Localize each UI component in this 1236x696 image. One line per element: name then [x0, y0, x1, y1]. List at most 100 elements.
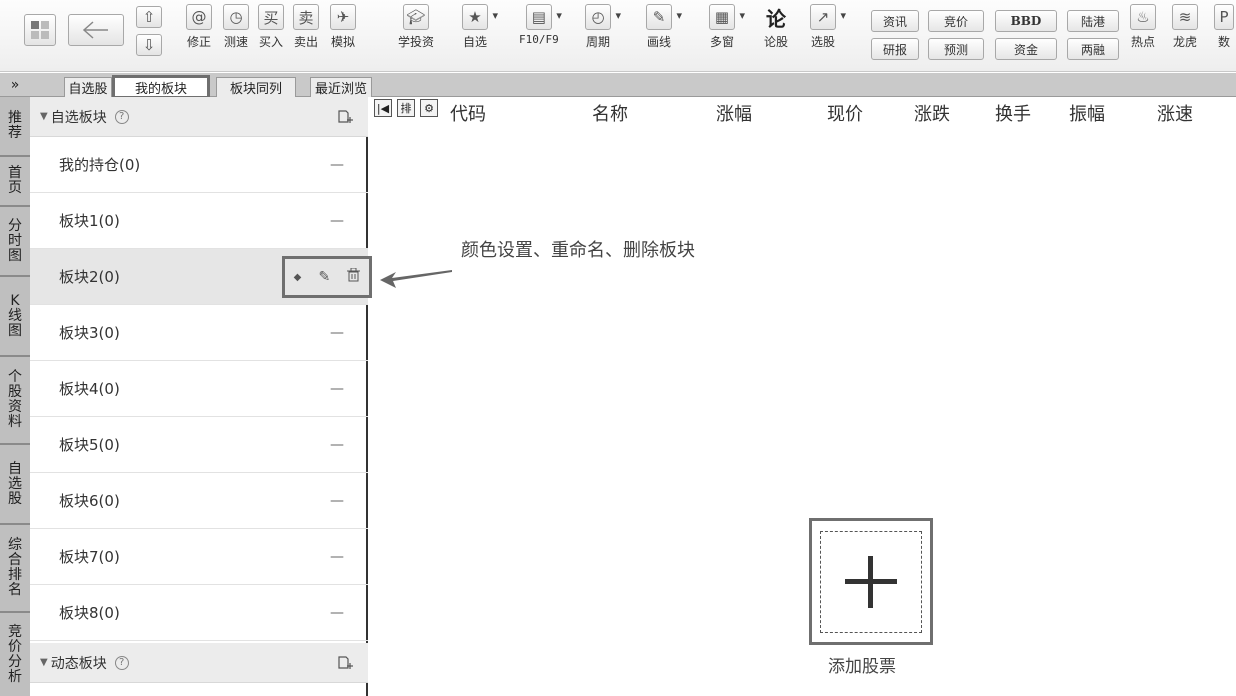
vnav-home[interactable]: 首页 — [0, 157, 30, 207]
vnav-char: 价 — [8, 638, 22, 655]
delete-icon[interactable] — [347, 267, 361, 286]
multiwindow-button[interactable]: ▦ 多窗 — [709, 4, 745, 50]
sector-row-5[interactable]: 板块5(0) — — [30, 417, 368, 473]
vnav-char: 分 — [8, 217, 22, 234]
vnav-kline[interactable]: K线图 — [0, 277, 30, 357]
draw-line-button[interactable]: ✎ 画线 — [646, 4, 682, 50]
back-button[interactable] — [68, 14, 124, 46]
sell-button[interactable]: 卖 卖出 — [293, 4, 319, 50]
hk-connect-button[interactable]: 陆港 — [1067, 10, 1119, 32]
collapse-icon[interactable]: — — [330, 381, 344, 397]
layout-button[interactable] — [24, 14, 56, 46]
col-name[interactable]: 名称 — [592, 100, 628, 126]
auction-button[interactable]: 竞价 — [928, 10, 984, 32]
collapse-icon[interactable]: — — [330, 213, 344, 229]
sector-row-6[interactable]: 板块6(0) — — [30, 473, 368, 529]
tab-sector-list[interactable]: 板块同列 — [216, 77, 296, 97]
sector-row-8[interactable]: 板块8(0) — — [30, 585, 368, 641]
f10-button[interactable]: ▤ F10/F9 — [519, 4, 562, 46]
stock-select-button[interactable]: ↗ 选股 — [810, 4, 846, 50]
vnav-timeshare[interactable]: 分时图 — [0, 207, 30, 277]
buy-icon: 买 — [258, 4, 284, 30]
research-button[interactable]: 研报 — [871, 38, 919, 60]
learn-invest-button[interactable]: 🎓︎ 学投资 — [398, 4, 434, 50]
help-icon[interactable]: ? — [114, 109, 129, 124]
news-button[interactable]: 资讯 — [871, 10, 919, 32]
col-speed[interactable]: 涨速 — [1157, 100, 1193, 126]
add-folder-icon[interactable] — [337, 108, 354, 125]
sector-row-7[interactable]: 板块7(0) — — [30, 529, 368, 585]
toolbar: ⇧ ⇩ @ 修正 ◷ 测速 买 买入 卖 卖出 ✈ 模拟 🎓︎ 学投资 ★ ▾ … — [0, 0, 1236, 72]
data-button[interactable]: P 数 — [1214, 4, 1234, 50]
add-folder-icon[interactable] — [337, 654, 354, 671]
col-amplitude[interactable]: 振幅 — [1069, 100, 1105, 126]
col-turnover[interactable]: 换手 — [995, 100, 1031, 126]
dragon-tiger-button[interactable]: ≋ 龙虎 — [1172, 4, 1198, 50]
expand-icon[interactable]: » — [0, 73, 30, 97]
add-stock-label: 添加股票 — [828, 657, 896, 677]
discuss-button[interactable]: 论 论股 — [763, 4, 789, 50]
col-code[interactable]: 代码 — [450, 100, 486, 126]
sector-row-1[interactable]: 板块1(0) — — [30, 193, 368, 249]
first-col-icon[interactable]: |◀ — [374, 99, 392, 117]
col-change[interactable]: 涨跌 — [914, 100, 950, 126]
collapse-icon[interactable]: — — [330, 493, 344, 509]
vnav-char: 综 — [8, 537, 22, 553]
vnav-char: 图 — [8, 247, 22, 264]
vnav-auction[interactable]: 竞价分析 — [0, 613, 30, 696]
discuss-icon: 论 — [766, 6, 786, 31]
up-button[interactable]: ⇧ — [136, 6, 162, 28]
collapse-icon[interactable]: — — [330, 605, 344, 621]
sector-name: 板块4(0) — [59, 380, 120, 398]
col-price[interactable]: 现价 — [827, 100, 863, 126]
forecast-button[interactable]: 预测 — [928, 38, 984, 60]
bbd-button[interactable]: BBD — [995, 10, 1057, 32]
vnav-recommend[interactable]: 推荐 — [0, 97, 30, 157]
vnav-stock-info[interactable]: 个股资料 — [0, 357, 30, 445]
watchlist-button[interactable]: ★ 自选 — [462, 4, 498, 50]
collapse-icon[interactable]: — — [330, 549, 344, 565]
group-header-dynamic[interactable]: ▼ 动态板块 ? — [30, 643, 368, 683]
sort-icon[interactable]: 排 — [397, 99, 415, 117]
vnav-watchlist[interactable]: 自选股 — [0, 445, 30, 525]
vnav-char: 合 — [8, 552, 22, 568]
vnav-char: 股 — [8, 490, 22, 507]
tab-recent[interactable]: 最近浏览 — [310, 77, 372, 97]
annotation-text: 颜色设置、重命名、删除板块 — [461, 240, 695, 261]
collapse-icon[interactable]: — — [330, 437, 344, 453]
add-stock-button[interactable] — [809, 518, 933, 645]
buy-button[interactable]: 买 买入 — [258, 4, 284, 50]
sector-row-4[interactable]: 板块4(0) — — [30, 361, 368, 417]
clock-icon: ◷ — [223, 4, 249, 30]
collapse-icon[interactable]: — — [330, 157, 344, 173]
rename-icon[interactable]: ✎ — [318, 269, 330, 285]
tab-my-sectors[interactable]: 我的板块 — [112, 75, 210, 99]
vnav-char: 选 — [8, 475, 22, 492]
sector-row-3[interactable]: 板块3(0) — — [30, 305, 368, 361]
color-setting-icon[interactable]: ◆ — [294, 272, 302, 283]
down-button[interactable]: ⇩ — [136, 34, 162, 56]
funds-button[interactable]: 资金 — [995, 38, 1057, 60]
speedtest-button[interactable]: ◷ 测速 — [223, 4, 249, 50]
fix-button[interactable]: @ 修正 — [186, 4, 212, 50]
group-header-custom[interactable]: ▼ 自选板块 ? — [30, 97, 368, 137]
margin-button[interactable]: 两融 — [1067, 38, 1119, 60]
sector-row-holdings[interactable]: 我的持仓(0) — — [30, 137, 368, 193]
tab-bar: » 自选股 我的板块 板块同列 最近浏览 — [0, 73, 1236, 99]
hot-label: 热点 — [1130, 35, 1155, 49]
fix-label: 修正 — [186, 35, 211, 49]
col-change-pct[interactable]: 涨幅 — [716, 100, 752, 126]
grad-cap-icon: 🎓︎ — [403, 4, 429, 30]
help-icon[interactable]: ? — [114, 655, 129, 670]
settings-icon[interactable]: ⚙ — [420, 99, 438, 117]
vnav-ranking[interactable]: 综合排名 — [0, 525, 30, 613]
sector-row-2[interactable]: 板块2(0) ◆ ✎ — [30, 249, 372, 305]
tab-watchlist[interactable]: 自选股 — [64, 77, 112, 97]
simulate-button[interactable]: ✈ 模拟 — [330, 4, 356, 50]
vnav-char: 图 — [8, 322, 22, 339]
collapse-icon[interactable]: — — [330, 325, 344, 341]
app-window: ⇧ ⇩ @ 修正 ◷ 测速 买 买入 卖 卖出 ✈ 模拟 🎓︎ 学投资 ★ ▾ … — [0, 0, 1236, 696]
down-arrow-icon: ⇩ — [136, 34, 162, 56]
period-button[interactable]: ◴ 周期 — [585, 4, 621, 50]
hot-button[interactable]: ♨ 热点 — [1130, 4, 1156, 50]
